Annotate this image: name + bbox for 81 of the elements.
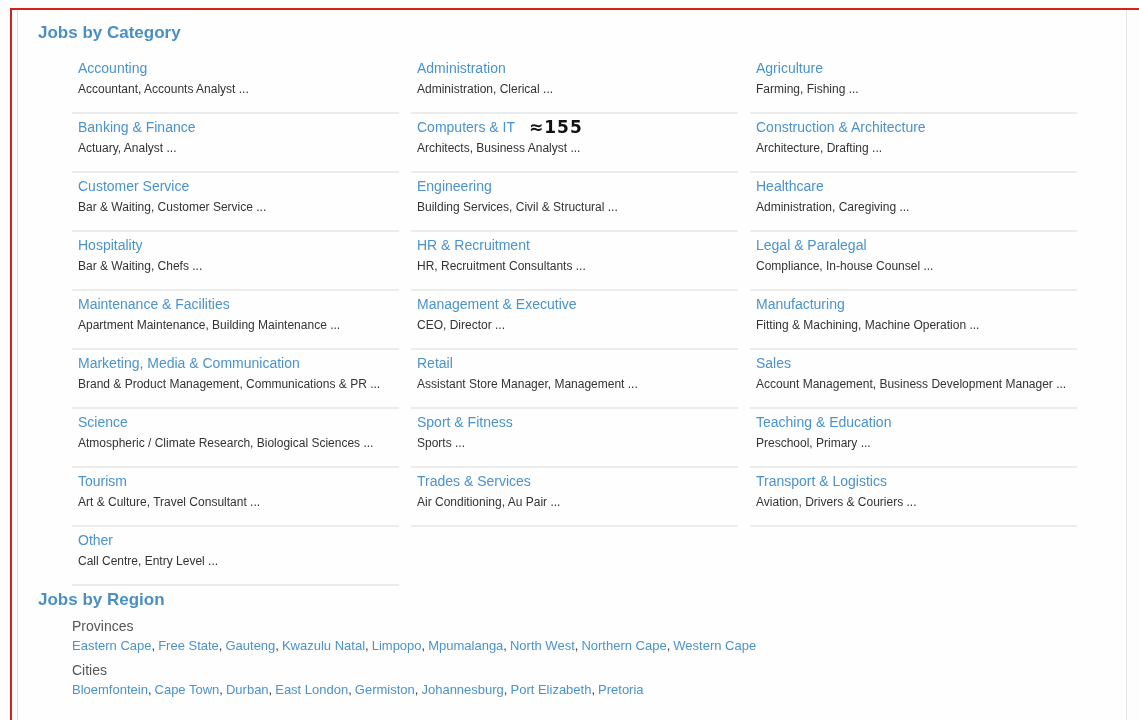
comma-separator: ,: [421, 638, 426, 653]
category-link[interactable]: Retail: [417, 355, 453, 371]
comma-separator: ,: [147, 682, 152, 697]
section-heading: Jobs by Region: [38, 590, 165, 610]
region-link[interactable]: North West: [509, 638, 575, 653]
comma-separator: ,: [591, 682, 596, 697]
region-link[interactable]: Northern Cape: [581, 638, 667, 653]
comma-separator: ,: [219, 682, 223, 697]
category-examples: Administration, Caregiving ...: [756, 199, 911, 216]
category-examples: Art & Culture, Travel Consultant ...: [78, 494, 262, 511]
category-link[interactable]: Transport & Logistics: [756, 473, 887, 489]
category-link[interactable]: Hospitality: [78, 237, 143, 253]
category-link[interactable]: Manufacturing: [756, 296, 845, 312]
category-link[interactable]: Sport & Fitness: [417, 414, 513, 430]
handwritten-note: ≈155: [529, 118, 583, 136]
comma-separator: ,: [268, 682, 273, 697]
category-examples: Fitting & Machining, Machine Operation ...: [756, 317, 981, 334]
region-link[interactable]: Limpopo: [371, 638, 422, 653]
category-link[interactable]: Healthcare: [756, 178, 824, 194]
category-examples: Air Conditioning, Au Pair ...: [417, 494, 562, 511]
category-examples: Building Services, Civil & Structural ...: [417, 199, 619, 216]
group-label: Cities: [72, 661, 107, 679]
category-examples: Bar & Waiting, Customer Service ...: [78, 199, 268, 216]
comma-separator: ,: [218, 638, 223, 653]
comma-separator: ,: [275, 638, 279, 653]
comma-separator: ,: [151, 638, 156, 653]
category-link[interactable]: Accounting: [78, 60, 148, 76]
region-link[interactable]: Free State: [158, 638, 219, 653]
category-examples: HR, Recruitment Consultants ...: [417, 258, 587, 275]
category-link[interactable]: Sales: [756, 355, 792, 371]
category-examples: Actuary, Analyst ...: [78, 140, 178, 157]
category-examples: Sports ...: [417, 435, 467, 452]
category-examples: Call Centre, Entry Level ...: [78, 553, 220, 570]
category-link[interactable]: Banking & Finance: [78, 119, 196, 135]
region-link[interactable]: Johannesburg: [421, 682, 504, 697]
category-examples: Brand & Product Management, Communications & PR ...: [78, 376, 382, 393]
category-examples: Aviation, Drivers & Couriers ...: [756, 494, 918, 511]
category-examples: Apartment Maintenance, Building Maintenance ...: [78, 317, 342, 334]
category-examples: Atmospheric / Climate Research, Biological Sciences ...: [78, 435, 375, 452]
comma-separator: ,: [666, 638, 671, 653]
region-link[interactable]: Pretoria: [598, 682, 644, 697]
region-link[interactable]: Durban: [225, 682, 269, 697]
comma-separator: ,: [414, 682, 419, 697]
category-examples: Architecture, Drafting ...: [756, 140, 884, 157]
category-link[interactable]: Management & Executive: [417, 296, 577, 312]
category-link[interactable]: Other: [78, 532, 113, 548]
category-examples: Architects, Business Analyst ...: [417, 140, 582, 157]
category-link[interactable]: Administration: [417, 60, 506, 76]
category-link[interactable]: Maintenance & Facilities: [78, 296, 230, 312]
category-link[interactable]: Computers & IT: [417, 119, 516, 135]
category-link[interactable]: HR & Recruitment: [417, 237, 530, 253]
category-examples: Farming, Fishing ...: [756, 81, 860, 98]
category-link[interactable]: Construction & Architecture: [756, 119, 926, 135]
category-examples: CEO, Director ...: [417, 317, 506, 334]
category-examples: Administration, Clerical ...: [417, 81, 555, 98]
comma-separator: ,: [503, 682, 508, 697]
category-examples: Compliance, In-house Counsel ...: [756, 258, 935, 275]
comma-separator: ,: [348, 682, 352, 697]
group-label: Provinces: [72, 617, 134, 635]
category-link[interactable]: Marketing, Media & Communication: [78, 355, 300, 371]
category-examples: Bar & Waiting, Chefs ...: [78, 258, 204, 275]
category-examples: Preschool, Primary ...: [756, 435, 872, 452]
comma-separator: ,: [365, 638, 369, 653]
category-link[interactable]: Customer Service: [78, 178, 190, 194]
region-link[interactable]: Eastern Cape: [72, 638, 152, 653]
section-heading: Jobs by Category: [38, 23, 181, 43]
category-examples: Assistant Store Manager, Management ...: [417, 376, 639, 393]
category-link[interactable]: Tourism: [78, 473, 127, 489]
region-link[interactable]: Bloemfontein: [72, 682, 148, 697]
category-link[interactable]: Trades & Services: [417, 473, 531, 489]
category-examples: Account Management, Business Development Manager ...: [756, 376, 1068, 393]
region-link[interactable]: Germiston: [354, 682, 415, 697]
category-link[interactable]: Teaching & Education: [756, 414, 892, 430]
comma-separator: ,: [503, 638, 507, 653]
category-link[interactable]: Engineering: [417, 178, 492, 194]
category-examples: Accountant, Accounts Analyst ...: [78, 81, 250, 98]
category-link[interactable]: Legal & Paralegal: [756, 237, 867, 253]
comma-separator: ,: [574, 638, 579, 653]
category-link[interactable]: Science: [78, 414, 128, 430]
category-link[interactable]: Agriculture: [756, 60, 823, 76]
region-link[interactable]: Western Cape: [673, 638, 757, 653]
